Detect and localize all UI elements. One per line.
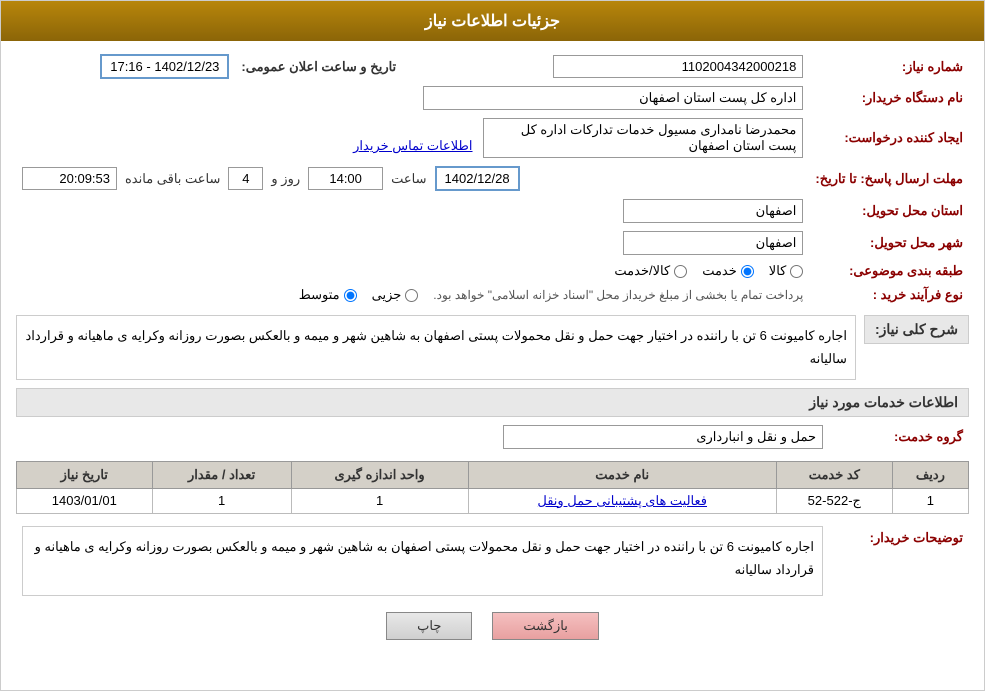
radio-khedmat-label: خدمت — [702, 263, 737, 279]
tabaghe-label: طبقه بندی موضوعی: — [809, 259, 969, 283]
radio-kala-khedmat[interactable]: کالا/خدمت — [614, 263, 687, 279]
buttons-row: بازگشت چاپ — [16, 612, 969, 640]
ostan-display: اصفهان — [623, 199, 803, 223]
shahr-display: اصفهان — [623, 231, 803, 255]
mohlat-date-display: 1402/12/28 — [435, 166, 520, 191]
khadamat-table: ردیف کد خدمت نام خدمت واحد اندازه گیری ت… — [16, 461, 969, 514]
radio-motavaset-label: متوسط — [299, 287, 340, 303]
col-tarikh: تاریخ نیاز — [17, 461, 153, 488]
tozihat-cell: اجاره کامیونت 6 تن با راننده در اختیار ج… — [16, 522, 829, 600]
radio-kala-khedmat-label: کالا/خدمت — [614, 263, 670, 279]
nam-dasgah-label: نام دستگاه خریدار: — [809, 82, 969, 114]
back-button[interactable]: بازگشت — [492, 612, 598, 640]
sharh-text: اجاره کامیونت 6 تن با راننده در اختیار ج… — [16, 315, 856, 380]
col-name: نام خدمت — [468, 461, 776, 488]
mohlat-rooz-label: روز و — [271, 171, 300, 187]
tozihat-text: اجاره کامیونت 6 تن با راننده در اختیار ج… — [22, 526, 823, 596]
radio-khedmat[interactable]: خدمت — [702, 263, 754, 279]
radio-kala[interactable]: کالا — [769, 263, 804, 279]
ostan-value: اصفهان — [16, 195, 809, 227]
noe-farayand-value: متوسط جزیی پرداخت تمام یا بخشی از مبلغ خ… — [16, 283, 809, 307]
shomara-niaz-label: شماره نیاز: — [809, 51, 969, 82]
ijad-value: محمدرضا نامداری مسیول خدمات تدارکات ادار… — [16, 114, 809, 162]
print-button[interactable]: چاپ — [386, 612, 472, 640]
mohlat-saat-label: ساعت — [391, 171, 426, 187]
sharh-section-title: شرح کلی نیاز: — [864, 315, 969, 344]
ijad-label: ایجاد کننده درخواست: — [809, 114, 969, 162]
shomara-niaz-display: 1102004342000218 — [553, 55, 803, 78]
row-code: ج-522-52 — [776, 488, 892, 513]
tarikh-elan-value: 1402/12/23 - 17:16 — [16, 51, 235, 82]
row-tarikh: 1403/01/01 — [17, 488, 153, 513]
tarikh-elan-display: 1402/12/23 - 17:16 — [100, 54, 229, 79]
row-radif: 1 — [892, 488, 968, 513]
col-tedad: تعداد / مقدار — [152, 461, 291, 488]
shahr-label: شهر محل تحویل: — [809, 227, 969, 259]
tabaghe-value: کالا/خدمت خدمت کالا — [16, 259, 809, 283]
ijad-display: محمدرضا نامداری مسیول خدمات تدارکات ادار… — [483, 118, 803, 158]
radio-jozvi-label: جزیی — [372, 287, 402, 303]
nam-dasgah-value: اداره کل پست استان اصفهان — [16, 82, 809, 114]
col-radif: ردیف — [892, 461, 968, 488]
mohlat-rooz-display: 4 — [228, 167, 263, 190]
row-tedad: 1 — [152, 488, 291, 513]
farayand-notice: پرداخت تمام یا بخشی از مبلغ خریداز محل "… — [433, 288, 803, 302]
shomara-niaz-value: 1102004342000218 — [402, 51, 809, 82]
ostan-label: استان محل تحویل: — [809, 195, 969, 227]
mohlat-saat-display: 14:00 — [308, 167, 383, 190]
gorohe-khedmat-table: گروه خدمت: حمل و نقل و انبارداری — [16, 421, 969, 453]
row-vahed: 1 — [291, 488, 468, 513]
main-info-table: شماره نیاز: 1102004342000218 تاریخ و ساع… — [16, 51, 969, 307]
tozihat-label: توضیحات خریدار: — [829, 522, 969, 600]
col-code: کد خدمت — [776, 461, 892, 488]
ijad-link[interactable]: اطلاعات تماس خریدار — [353, 138, 472, 153]
shahr-value: اصفهان — [16, 227, 809, 259]
tozihat-table: توضیحات خریدار: اجاره کامیونت 6 تن با را… — [16, 522, 969, 600]
tarikh-elan-label: تاریخ و ساعت اعلان عمومی: — [235, 51, 402, 82]
noe-farayand-label: نوع فرآیند خرید : — [809, 283, 969, 307]
radio-jozvi[interactable]: جزیی — [372, 287, 419, 303]
gorohe-value: حمل و نقل و انبارداری — [16, 421, 829, 453]
nam-dasgah-display: اداره کل پست استان اصفهان — [423, 86, 803, 110]
mohlat-label: مهلت ارسال پاسخ: تا تاریخ: — [809, 162, 969, 195]
radio-kala-label: کالا — [769, 263, 787, 279]
khadamat-section-title: اطلاعات خدمات مورد نیاز — [16, 388, 969, 417]
page-header: جزئیات اطلاعات نیاز — [1, 1, 984, 41]
gorohe-label: گروه خدمت: — [829, 421, 969, 453]
page-title: جزئیات اطلاعات نیاز — [425, 13, 560, 30]
gorohe-display: حمل و نقل و انبارداری — [503, 425, 823, 449]
col-vahed: واحد اندازه گیری — [291, 461, 468, 488]
mohlat-baqi-label: ساعت باقی مانده — [125, 171, 220, 187]
row-name[interactable]: فعالیت های پشتیبانی حمل ونقل — [468, 488, 776, 513]
mohlat-row: 20:09:53 ساعت باقی مانده 4 روز و 14:00 س… — [16, 162, 809, 195]
radio-motavaset[interactable]: متوسط — [299, 287, 357, 303]
table-row: 1 ج-522-52 فعالیت های پشتیبانی حمل ونقل … — [17, 488, 969, 513]
mohlat-baqi-display: 20:09:53 — [22, 167, 117, 190]
